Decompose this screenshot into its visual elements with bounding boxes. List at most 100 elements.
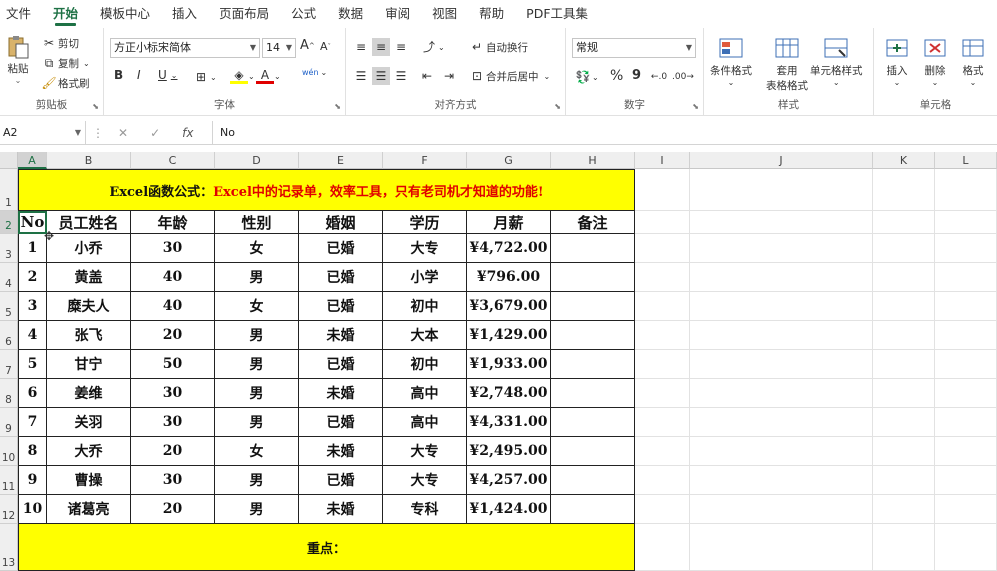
font-size-select[interactable]: 14 ▼ xyxy=(262,38,296,58)
row-header[interactable]: 3 xyxy=(0,234,18,263)
table-cell[interactable] xyxy=(551,495,635,524)
conditional-format-button[interactable]: 条件格式 ⌄ xyxy=(710,36,752,87)
column-header[interactable]: I xyxy=(635,152,690,169)
table-cell[interactable]: 小学 xyxy=(383,263,467,292)
table-cell[interactable]: 男 xyxy=(215,466,299,495)
table-cell[interactable]: 关羽 xyxy=(47,408,131,437)
wrap-text-button[interactable]: ↵ 自动换行 xyxy=(468,38,528,56)
table-cell[interactable]: 6 xyxy=(18,379,47,408)
decrease-decimal-button[interactable]: .00→ xyxy=(672,68,694,86)
align-top-button[interactable]: ≡ xyxy=(352,38,370,56)
dialog-launcher-icon[interactable]: ⬊ xyxy=(92,102,99,111)
cell-styles-button[interactable]: 单元格样式 ⌄ xyxy=(810,36,863,87)
align-left-button[interactable]: ☰ xyxy=(352,67,370,85)
table-cell[interactable]: 初中 xyxy=(383,350,467,379)
format-as-table-button[interactable]: 套用 表格格式 xyxy=(766,36,808,93)
phonetic-button[interactable]: wén ⌄ xyxy=(302,68,327,77)
table-cell[interactable]: 已婚 xyxy=(299,234,383,263)
table-cell[interactable]: 男 xyxy=(215,495,299,524)
merge-center-button[interactable]: ⊡ 合并后居中 ⌄ xyxy=(468,67,550,85)
table-cell[interactable]: 50 xyxy=(131,350,215,379)
table-cell[interactable]: 诸葛亮 xyxy=(47,495,131,524)
align-bottom-button[interactable]: ≡ xyxy=(392,38,410,56)
accounting-format-button[interactable]: 💱 ⌄ xyxy=(574,68,599,86)
table-cell[interactable]: 20 xyxy=(131,437,215,466)
select-all-button[interactable] xyxy=(0,152,18,169)
table-cell[interactable] xyxy=(551,466,635,495)
table-cell[interactable]: 曹操 xyxy=(47,466,131,495)
table-cell[interactable]: ¥1,933.00 xyxy=(467,350,551,379)
insert-function-button[interactable]: fx xyxy=(182,126,193,140)
table-cell[interactable]: 未婚 xyxy=(299,437,383,466)
orientation-button[interactable]: ⤴ ⌄ xyxy=(420,38,445,56)
table-cell[interactable]: 30 xyxy=(131,466,215,495)
align-middle-button[interactable]: ≡ xyxy=(372,38,390,56)
table-cell[interactable]: 已婚 xyxy=(299,350,383,379)
grow-font-button[interactable]: A ^ xyxy=(300,38,315,53)
table-cell[interactable]: 20 xyxy=(131,495,215,524)
table-cell[interactable]: 30 xyxy=(131,234,215,263)
table-header-cell[interactable]: 年龄 xyxy=(131,211,215,234)
column-header[interactable]: E xyxy=(299,152,383,169)
table-cell[interactable]: 30 xyxy=(131,379,215,408)
row-header[interactable]: 11 xyxy=(0,466,18,495)
font-family-select[interactable]: 方正小标宋简体 ▼ xyxy=(110,38,260,58)
cancel-icon[interactable]: ✕ xyxy=(118,126,128,140)
table-cell[interactable]: 大本 xyxy=(383,321,467,350)
column-header[interactable]: D xyxy=(215,152,299,169)
format-painter-button[interactable]: 🖌 格式刷 xyxy=(40,74,89,92)
table-cell[interactable]: ¥4,331.00 xyxy=(467,408,551,437)
table-cell[interactable]: 大专 xyxy=(383,234,467,263)
table-cell[interactable]: 大乔 xyxy=(47,437,131,466)
ribbon-tab[interactable]: 审阅 xyxy=(385,0,410,28)
percent-button[interactable]: % xyxy=(610,68,623,84)
table-cell[interactable]: 女 xyxy=(215,292,299,321)
table-cell[interactable]: 小乔 xyxy=(47,234,131,263)
table-cell[interactable] xyxy=(551,321,635,350)
table-cell[interactable]: 未婚 xyxy=(299,495,383,524)
table-cell[interactable]: 未婚 xyxy=(299,379,383,408)
ribbon-tab[interactable]: 视图 xyxy=(432,0,457,28)
table-cell[interactable] xyxy=(551,379,635,408)
column-header[interactable]: B xyxy=(47,152,131,169)
table-cell[interactable]: 初中 xyxy=(383,292,467,321)
sheet-title[interactable]: Excel函数公式： Excel中的记录单，效率工具，只有老司机才知道的功能! xyxy=(18,169,635,211)
table-cell[interactable]: 40 xyxy=(131,292,215,321)
dialog-launcher-icon[interactable]: ⬊ xyxy=(692,102,699,111)
ribbon-tab[interactable]: 数据 xyxy=(338,0,363,28)
table-cell[interactable] xyxy=(551,437,635,466)
column-header[interactable]: H xyxy=(551,152,635,169)
table-cell[interactable]: ¥4,257.00 xyxy=(467,466,551,495)
table-cell[interactable]: 高中 xyxy=(383,379,467,408)
borders-button[interactable]: ⊞ ⌄ xyxy=(192,68,217,86)
spreadsheet-grid[interactable]: A B C D E F G H I J K L 1 2 3 4 5 6 7 8 9 10 11 12 13 Excel函数公式： E… xyxy=(0,152,997,571)
sheet-footer[interactable]: 重点： xyxy=(18,524,635,571)
row-header[interactable]: 9 xyxy=(0,408,18,437)
font-color-button[interactable]: A ⌄ xyxy=(256,68,281,84)
table-cell[interactable]: ¥1,429.00 xyxy=(467,321,551,350)
column-header[interactable]: J xyxy=(690,152,873,169)
comma-style-button[interactable]: 9 xyxy=(632,68,641,83)
row-header[interactable]: 4 xyxy=(0,263,18,292)
table-cell[interactable]: 黄盖 xyxy=(47,263,131,292)
column-header[interactable]: L xyxy=(935,152,997,169)
format-cells-button[interactable]: 格式 ⌄ xyxy=(960,36,986,87)
row-header[interactable]: 1 xyxy=(0,169,18,211)
delete-cells-button[interactable]: 删除 ⌄ xyxy=(922,36,948,87)
insert-cells-button[interactable]: 插入 ⌄ xyxy=(884,36,910,87)
table-cell[interactable]: 男 xyxy=(215,321,299,350)
bold-button[interactable]: B xyxy=(114,68,123,82)
align-right-button[interactable]: ☰ xyxy=(392,67,410,85)
table-cell[interactable]: ¥1,424.00 xyxy=(467,495,551,524)
table-cell[interactable]: 40 xyxy=(131,263,215,292)
table-cell[interactable]: 大专 xyxy=(383,437,467,466)
ribbon-tab[interactable]: PDF工具集 xyxy=(526,0,588,28)
dialog-launcher-icon[interactable]: ⬊ xyxy=(554,102,561,111)
table-cell[interactable]: 男 xyxy=(215,408,299,437)
table-header-cell[interactable]: 学历 xyxy=(383,211,467,234)
row-header[interactable]: 7 xyxy=(0,350,18,379)
align-center-button[interactable]: ☰ xyxy=(372,67,390,85)
increase-indent-button[interactable]: ⇥ xyxy=(440,67,458,85)
formula-input[interactable]: No xyxy=(212,121,997,144)
table-cell[interactable]: 女 xyxy=(215,234,299,263)
